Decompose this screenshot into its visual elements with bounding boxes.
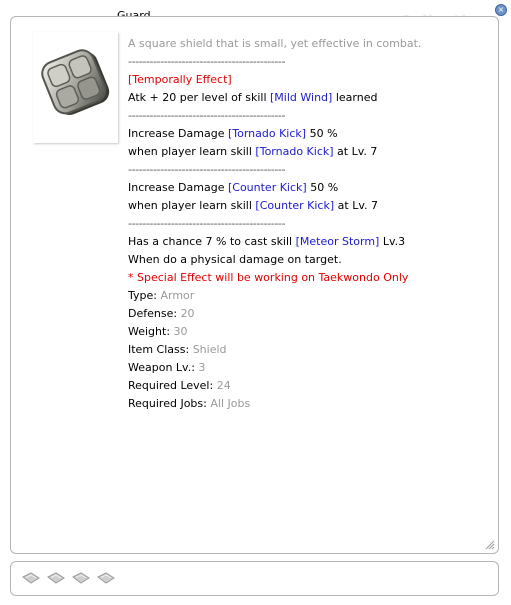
skill-link-counter-kick[interactable]: [Counter Kick]: [255, 199, 334, 212]
separator: ----------------------------------------…: [128, 55, 286, 68]
effect-atk-line: Atk + 20 per level of skill [Mild Wind] …: [128, 89, 488, 107]
skill-link-counter-kick[interactable]: [Counter Kick]: [228, 181, 307, 194]
stat-value: Armor: [160, 289, 195, 302]
card-slot-icon[interactable]: [72, 572, 90, 584]
effect-text: Atk + 20 per level of skill: [128, 91, 271, 104]
effect-header: [Temporally Effect]: [128, 73, 232, 86]
stat-label: Type:: [128, 289, 161, 302]
close-button[interactable]: ×: [495, 4, 507, 16]
stat-value: All Jobs: [210, 397, 251, 410]
stat-value: Shield: [192, 343, 227, 356]
effect-tornado-line2: when player learn skill [Tornado Kick] a…: [128, 143, 488, 161]
item-stats: Type: Armor Defense: 20 Weight: 30 Item Cla…: [128, 287, 488, 413]
skill-link-meteor-storm[interactable]: [Meteor Storm]: [296, 235, 380, 248]
effect-text: when player learn skill: [128, 199, 256, 212]
stat-label: Weapon Lv.:: [128, 361, 199, 374]
stat-label: Item Class:: [128, 343, 193, 356]
card-slot-bar: [10, 561, 499, 596]
stat-label: Required Jobs:: [128, 397, 211, 410]
separator: ----------------------------------------…: [128, 163, 286, 176]
stat-label: Required Level:: [128, 379, 217, 392]
stat-value: 20: [180, 307, 195, 320]
stat-value: 24: [216, 379, 231, 392]
effect-counter-line2: when player learn skill [Counter Kick] a…: [128, 197, 488, 215]
stat-label: Defense:: [128, 307, 181, 320]
effect-text: when player learn skill: [128, 145, 256, 158]
item-description: A square shield that is small, yet effec…: [128, 37, 422, 50]
skill-link-mild-wind[interactable]: [Mild Wind]: [270, 91, 332, 104]
skill-link-tornado-kick[interactable]: [Tornado Kick]: [228, 127, 306, 140]
effect-text: Has a chance 7 % to cast skill: [128, 235, 296, 248]
separator: ----------------------------------------…: [128, 109, 286, 122]
card-slot-icon[interactable]: [97, 572, 115, 584]
effect-meteor-line2: When do a physical damage on target.: [128, 253, 342, 266]
skill-link-tornado-kick[interactable]: [Tornado Kick]: [255, 145, 333, 158]
effect-meteor-line1: Has a chance 7 % to cast skill [Meteor S…: [128, 233, 488, 251]
item-details: A square shield that is small, yet effec…: [128, 35, 488, 413]
stat-row: Required Jobs: All Jobs: [128, 395, 488, 413]
effect-counter-line1: Increase Damage [Counter Kick] 50 %: [128, 179, 488, 197]
stat-row: Weight: 30: [128, 323, 488, 341]
shield-icon: [41, 49, 110, 116]
separator: ----------------------------------------…: [128, 217, 286, 230]
effect-tornado-line1: Increase Damage [Tornado Kick] 50 %: [128, 125, 488, 143]
stat-label: Weight:: [128, 325, 174, 338]
effect-text: 50 %: [306, 181, 339, 194]
effect-text: learned: [332, 91, 378, 104]
close-icon: ×: [497, 5, 505, 14]
stat-value: 30: [173, 325, 188, 338]
special-note: * Special Effect will be working on Taek…: [128, 271, 409, 284]
stat-row: Item Class: Shield: [128, 341, 488, 359]
stat-row: Weapon Lv.: 3: [128, 359, 488, 377]
effect-text: 50 %: [306, 127, 338, 140]
card-slot-icon[interactable]: [22, 572, 40, 584]
effect-text: at Lv. 7: [333, 145, 378, 158]
effect-text: Increase Damage: [128, 181, 228, 194]
card-slot-icon[interactable]: [47, 572, 65, 584]
effect-text: Lv.3: [379, 235, 406, 248]
stat-row: Defense: 20: [128, 305, 488, 323]
effect-text: at Lv. 7: [334, 199, 378, 212]
item-image-frame: [33, 32, 118, 143]
effect-text: Increase Damage: [128, 127, 228, 140]
stat-row: Type: Armor: [128, 287, 488, 305]
stat-row: Required Level: 24: [128, 377, 488, 395]
stat-value: 3: [198, 361, 206, 374]
resize-grip-icon[interactable]: [485, 540, 495, 550]
